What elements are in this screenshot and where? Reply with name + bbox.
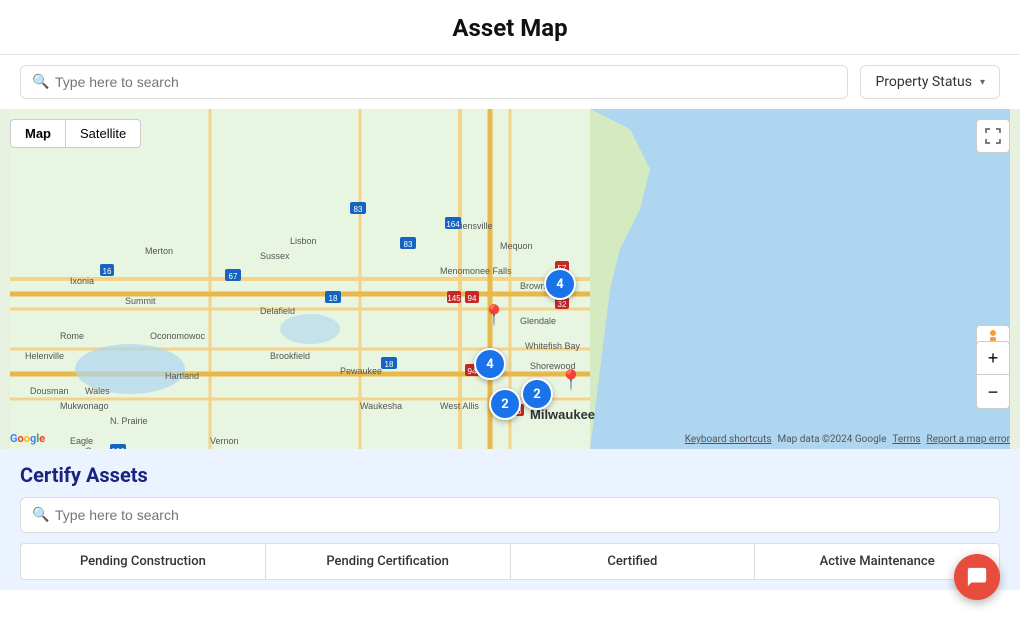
chat-fab-button[interactable] [954, 554, 1000, 600]
map-view-toggle: Map Satellite [10, 119, 141, 148]
cluster-marker-2[interactable]: 4 [474, 348, 506, 380]
svg-text:106: 106 [111, 447, 125, 449]
svg-text:Mequon: Mequon [500, 241, 533, 251]
zoom-out-button[interactable]: − [976, 375, 1010, 409]
svg-text:Dousman: Dousman [30, 386, 69, 396]
satellite-view-button[interactable]: Satellite [66, 119, 141, 148]
svg-text:Ixonia: Ixonia [70, 276, 94, 286]
svg-text:N. Prairie: N. Prairie [110, 416, 148, 426]
bottom-search-wrapper: 🔍 [20, 497, 1000, 533]
map-view-button[interactable]: Map [10, 119, 66, 148]
chevron-down-icon: ▾ [980, 77, 985, 88]
map-pin-2[interactable]: 📍 [559, 368, 584, 392]
svg-text:Waukesha: Waukesha [360, 401, 402, 411]
property-status-label: Property Status [875, 74, 972, 90]
zoom-controls: + − [976, 341, 1010, 409]
fullscreen-button[interactable] [976, 119, 1010, 153]
property-status-dropdown[interactable]: Property Status ▾ [860, 65, 1000, 99]
search-input[interactable] [20, 65, 848, 99]
svg-text:16: 16 [103, 267, 112, 276]
svg-text:Mukwonago: Mukwonago [60, 401, 109, 411]
svg-text:Helenville: Helenville [25, 351, 64, 361]
cluster-marker-1[interactable]: 4 [544, 268, 576, 300]
svg-text:18: 18 [329, 294, 338, 303]
svg-text:Pewaukee: Pewaukee [340, 366, 382, 376]
svg-text:Eagle: Eagle [70, 436, 93, 446]
map-container: Mukwonago Palmyra Oconomowoc Hartland Ix… [0, 109, 1020, 449]
svg-text:67: 67 [229, 272, 238, 281]
map-pin-1[interactable]: 📍 [482, 303, 507, 327]
tab-certified[interactable]: Certified [510, 543, 755, 580]
cluster-marker-4[interactable]: 2 [489, 388, 521, 420]
svg-text:Menomonee Falls: Menomonee Falls [440, 266, 512, 276]
svg-text:Merton: Merton [145, 246, 173, 256]
bottom-search-icon: 🔍 [32, 507, 49, 523]
svg-text:Wales: Wales [85, 386, 110, 396]
search-wrapper: 🔍 [20, 65, 848, 99]
svg-text:West Allis: West Allis [440, 401, 479, 411]
svg-text:Hartland: Hartland [165, 371, 199, 381]
cluster-marker-3[interactable]: 2 [521, 378, 553, 410]
bottom-section: Certify Assets 🔍 Pending Construction Pe… [0, 449, 1020, 590]
toolbar: 🔍 Property Status ▾ [0, 55, 1020, 109]
svg-text:Sussex: Sussex [260, 251, 290, 261]
svg-text:32: 32 [558, 300, 567, 309]
svg-text:164: 164 [446, 220, 460, 229]
svg-text:83: 83 [404, 240, 413, 249]
svg-text:83: 83 [354, 205, 363, 214]
zoom-in-button[interactable]: + [976, 341, 1010, 375]
tab-pending-certification[interactable]: Pending Certification [265, 543, 510, 580]
tab-pending-construction[interactable]: Pending Construction [20, 543, 265, 580]
svg-text:18: 18 [385, 360, 394, 369]
page-title: Asset Map [0, 0, 1020, 55]
svg-text:Rome: Rome [60, 331, 84, 341]
svg-text:Glendale: Glendale [520, 316, 556, 326]
svg-text:Brookfield: Brookfield [270, 351, 310, 361]
certify-assets-title: Certify Assets [20, 463, 1000, 487]
search-icon: 🔍 [32, 74, 49, 90]
svg-text:Delafield: Delafield [260, 306, 295, 316]
google-logo: Google [10, 432, 45, 445]
svg-text:145: 145 [447, 294, 461, 303]
svg-text:Oconomowoc: Oconomowoc [150, 331, 206, 341]
svg-text:Lisbon: Lisbon [290, 236, 317, 246]
svg-text:Whitefish Bay: Whitefish Bay [525, 341, 581, 351]
bottom-search-input[interactable] [20, 497, 1000, 533]
svg-text:Vernon: Vernon [210, 436, 239, 446]
svg-text:94: 94 [468, 294, 477, 303]
svg-text:Summit: Summit [125, 296, 156, 306]
status-tabs: Pending Construction Pending Certificati… [20, 543, 1000, 580]
map-attribution: Keyboard shortcuts Map data ©2024 Google… [685, 434, 1010, 445]
